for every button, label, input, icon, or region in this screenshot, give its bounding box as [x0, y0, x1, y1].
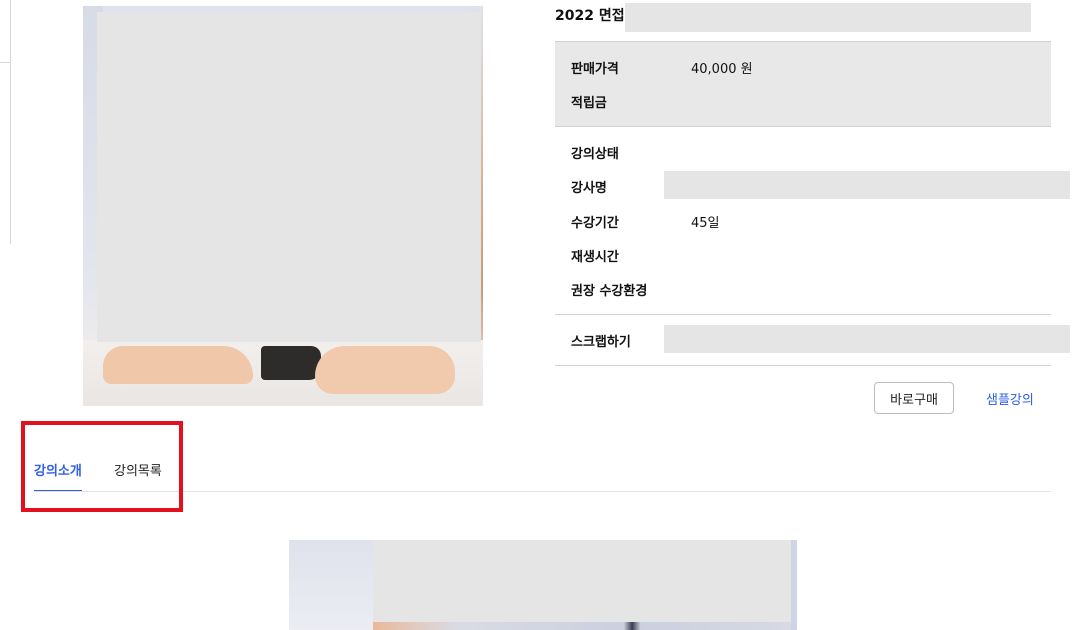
- product-title: 2022 면접: [555, 8, 625, 24]
- scrap-redaction: [664, 325, 1070, 353]
- price-label: 판매가격: [571, 62, 619, 77]
- product-thumbnail-image: [83, 6, 483, 406]
- product-detail-page: 2022 면접 판매가격 40,000 원 적립금 강의상태 강사명 수강기간 …: [0, 0, 1088, 630]
- status-label: 강의상태: [571, 147, 619, 162]
- tab-lecture-list-label: 강의목록: [114, 464, 162, 479]
- points-label: 적립금: [571, 96, 607, 111]
- environment-label: 권장 수강환경: [571, 284, 648, 299]
- period-value: 45일: [691, 216, 720, 231]
- buy-now-button[interactable]: 바로구매: [874, 382, 954, 414]
- period-label: 수강기간: [571, 216, 619, 231]
- photo-device: [261, 346, 321, 380]
- image-redaction: [97, 12, 481, 342]
- photo-hand-right: [315, 346, 455, 394]
- runtime-label: 재생시간: [571, 250, 619, 265]
- tabs-divider: [34, 491, 1051, 492]
- content-image-bottom-strip: [373, 622, 791, 630]
- tab-lecture-list[interactable]: 강의목록: [114, 460, 162, 479]
- sidebar-divider: [0, 62, 10, 63]
- left-sidebar-fragment: [0, 0, 11, 244]
- content-image-left: [289, 540, 373, 630]
- price-value: 40,000 원: [691, 62, 753, 77]
- details-divider: [555, 314, 1051, 315]
- lecture-intro-image: [289, 540, 797, 630]
- content-image-right: [791, 540, 797, 630]
- instructor-label: 강사명: [571, 181, 607, 196]
- content-tabs: 강의소개 강의목록: [34, 456, 1051, 492]
- scrap-divider: [555, 365, 1051, 366]
- content-image-redaction: [373, 540, 791, 622]
- price-box: [555, 41, 1051, 127]
- tab-lecture-intro[interactable]: 강의소개: [34, 460, 82, 492]
- scrap-label[interactable]: 스크랩하기: [571, 331, 631, 350]
- product-title-row: 2022 면접: [555, 3, 1035, 33]
- tab-lecture-intro-label: 강의소개: [34, 464, 82, 479]
- instructor-redaction: [664, 171, 1070, 199]
- photo-hand-left: [103, 346, 253, 384]
- sample-lecture-link[interactable]: 샘플강의: [986, 389, 1034, 408]
- title-redaction: [625, 3, 1031, 32]
